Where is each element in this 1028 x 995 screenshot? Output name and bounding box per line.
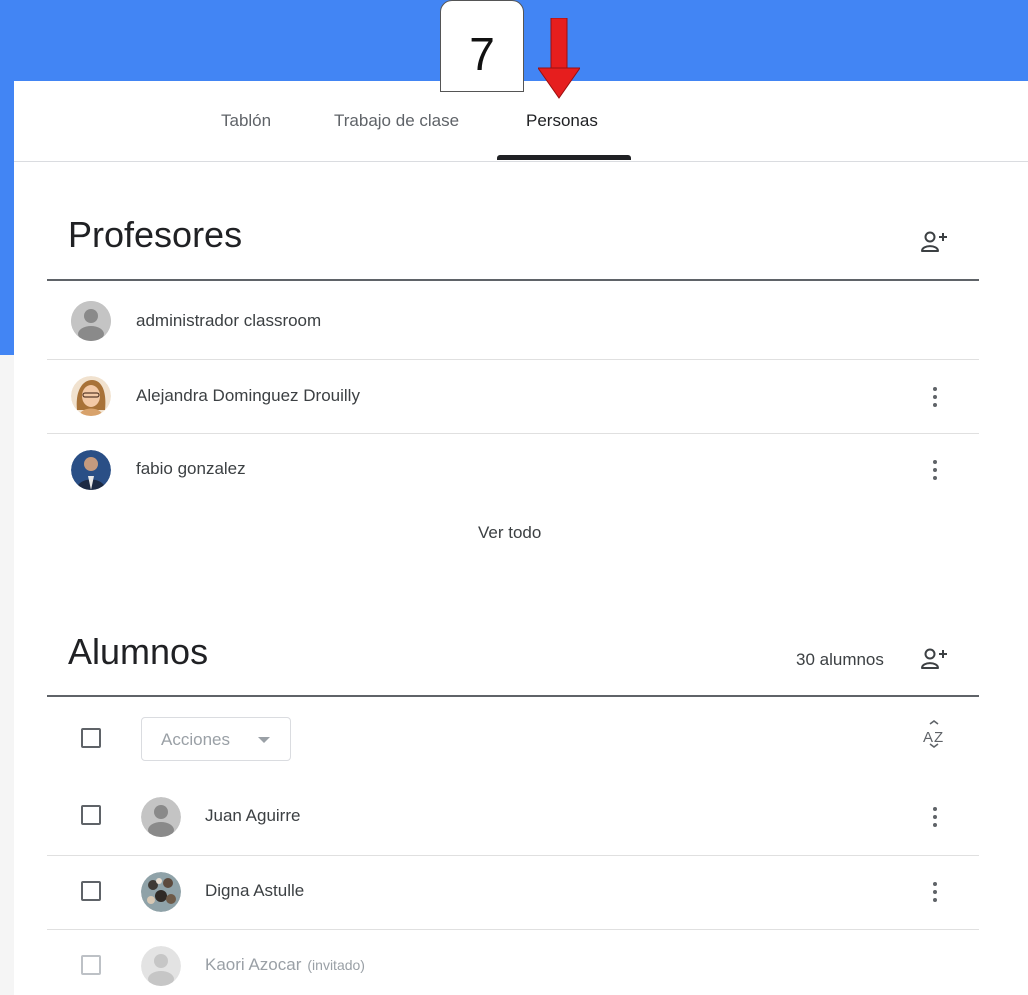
default-avatar-icon	[141, 797, 181, 837]
actions-label: Acciones	[161, 730, 230, 749]
default-avatar-icon	[71, 301, 111, 341]
svg-text:A: A	[923, 729, 933, 746]
student-name[interactable]: Digna Astulle	[205, 881, 304, 901]
student-more-options-button[interactable]	[917, 799, 953, 835]
caret-down-icon	[258, 737, 270, 743]
teacher-name[interactable]: Alejandra Dominguez Drouilly	[136, 386, 360, 406]
sort-button[interactable]: A Z	[916, 716, 952, 752]
tab-tablon[interactable]: Tablón	[221, 111, 271, 131]
teacher-name[interactable]: administrador classroom	[136, 311, 321, 331]
teacher-avatar	[71, 376, 111, 416]
tab-bar	[14, 81, 1028, 162]
see-all-teachers-link[interactable]: Ver todo	[478, 523, 541, 543]
actions-dropdown[interactable]: Acciones	[141, 717, 291, 761]
add-student-button[interactable]	[916, 641, 952, 677]
students-divider	[47, 695, 979, 697]
red-arrow-down-icon	[538, 18, 580, 99]
row-divider	[47, 359, 979, 360]
teacher-avatar	[71, 301, 111, 341]
student-checkbox[interactable]	[81, 881, 101, 901]
student-checkbox[interactable]	[81, 955, 101, 975]
step-number: 7	[469, 28, 495, 80]
student-avatar	[141, 872, 181, 912]
photo-avatar-icon	[71, 450, 111, 490]
row-divider	[47, 855, 979, 856]
more-vert-icon	[933, 460, 937, 480]
student-name: Kaori Azocar	[205, 955, 302, 974]
more-vert-icon	[933, 807, 937, 827]
tab-trabajo-de-clase[interactable]: Trabajo de clase	[334, 111, 459, 131]
more-vert-icon	[933, 387, 937, 407]
person-add-icon	[921, 648, 947, 669]
default-avatar-icon	[141, 946, 181, 986]
invited-status: (invitado)	[307, 957, 365, 973]
svg-text:Z: Z	[934, 729, 943, 746]
add-teacher-button[interactable]	[916, 224, 952, 260]
row-divider	[47, 929, 979, 930]
student-avatar	[141, 946, 181, 986]
row-divider	[47, 433, 979, 434]
select-all-checkbox[interactable]	[81, 728, 101, 748]
photo-avatar-icon	[141, 872, 181, 912]
photo-avatar-icon	[71, 376, 111, 416]
teacher-more-options-button[interactable]	[917, 379, 953, 415]
students-count: 30 alumnos	[796, 650, 884, 669]
person-add-icon	[921, 231, 947, 252]
sort-az-icon: A Z	[923, 720, 943, 748]
left-gutter	[0, 355, 14, 995]
students-title: Alumnos	[68, 631, 209, 672]
more-vert-icon	[933, 882, 937, 902]
student-checkbox[interactable]	[81, 805, 101, 825]
teachers-title: Profesores	[68, 214, 243, 255]
student-more-options-button[interactable]	[917, 874, 953, 910]
teacher-more-options-button[interactable]	[917, 452, 953, 488]
teachers-divider	[47, 279, 979, 281]
active-tab-indicator	[497, 155, 631, 160]
teacher-name[interactable]: fabio gonzalez	[136, 459, 246, 479]
student-name[interactable]: Juan Aguirre	[205, 806, 300, 826]
student-avatar	[141, 797, 181, 837]
student-name-invited[interactable]: Kaori Azocar (invitado)	[205, 955, 365, 975]
tab-personas[interactable]: Personas	[526, 111, 598, 131]
teacher-avatar	[71, 450, 111, 490]
